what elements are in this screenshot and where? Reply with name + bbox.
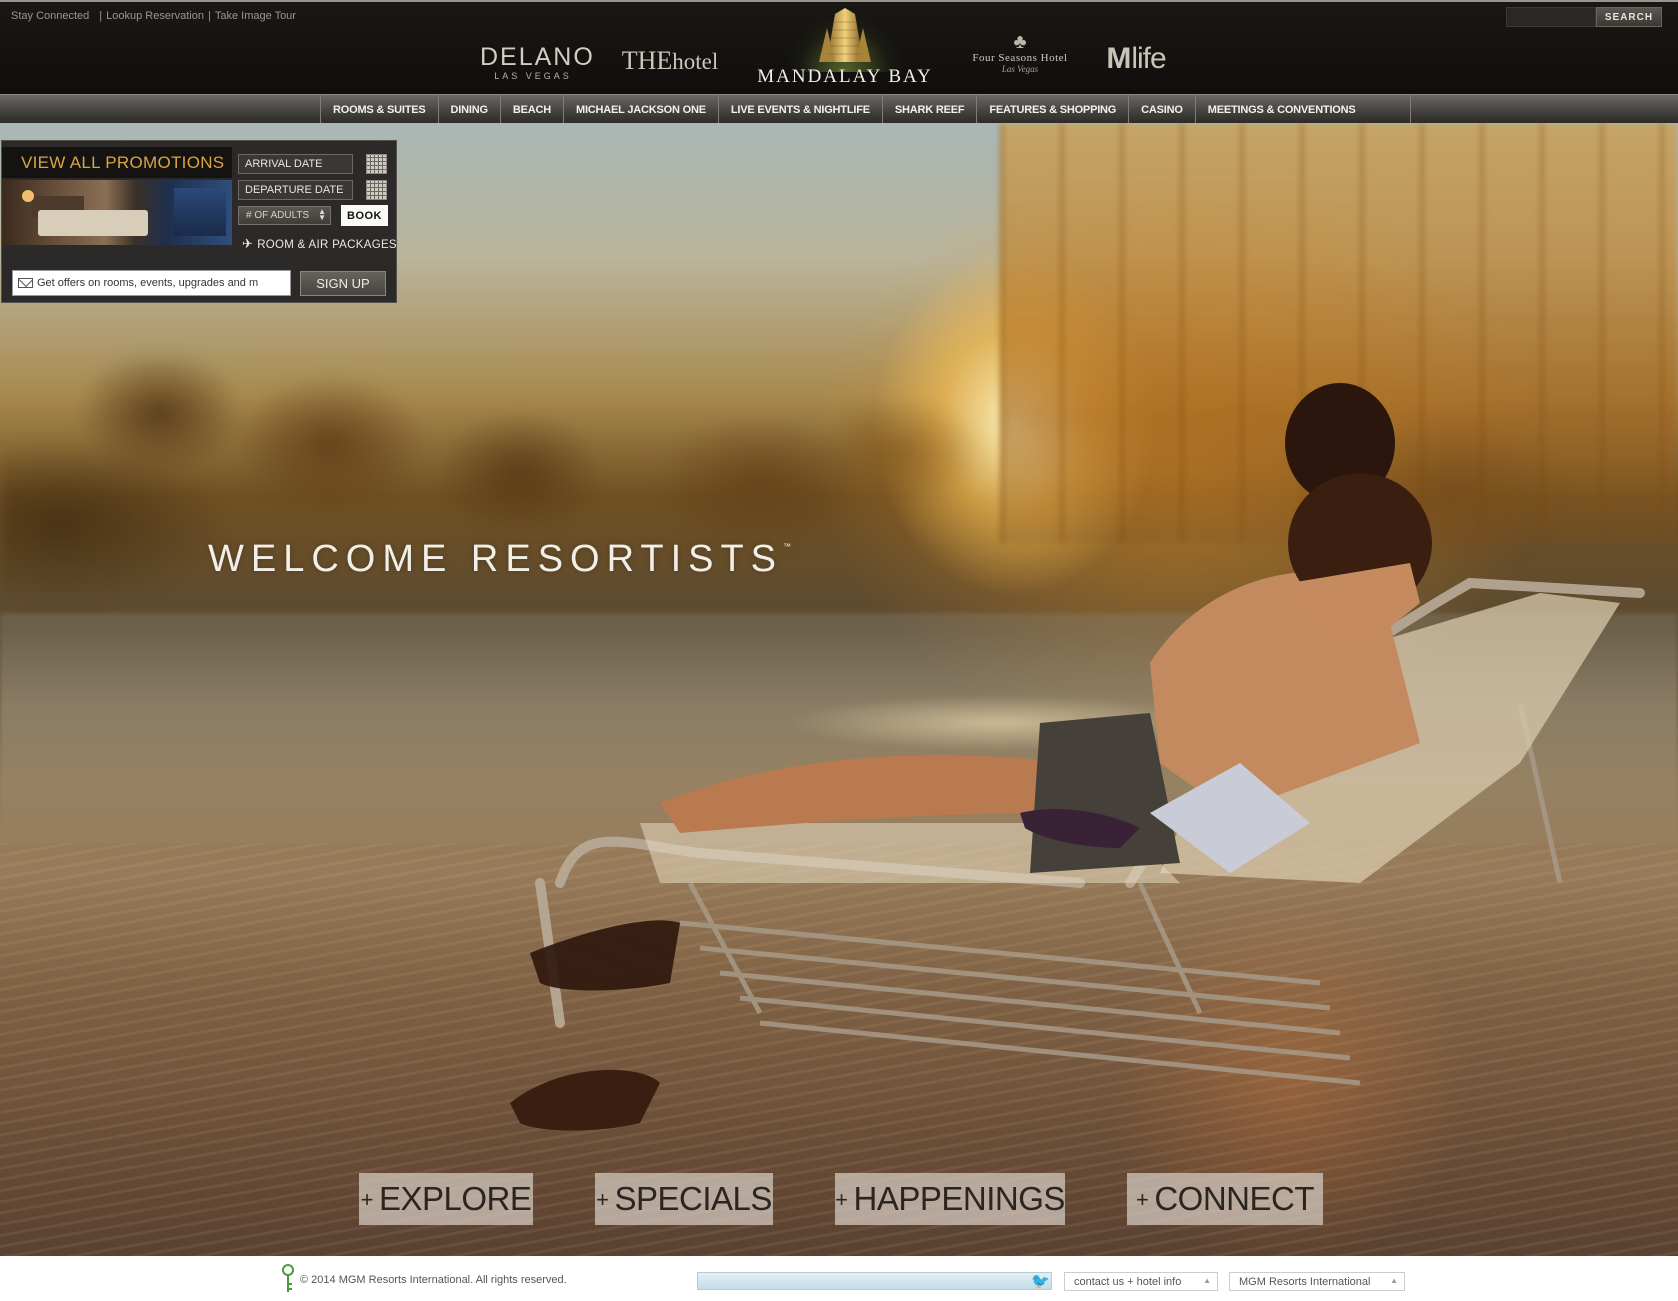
arrival-date-input[interactable]: ARRIVAL DATE [238, 154, 353, 174]
delano-logo[interactable]: DELANO LAS VEGAS [480, 43, 595, 81]
chevron-up-icon: ▲ [1203, 1276, 1211, 1285]
thehotel-hotel: hotel [672, 49, 719, 74]
adults-label: # OF ADULTS [246, 210, 310, 221]
delano-subtitle: LAS VEGAS [494, 71, 572, 81]
signup-placeholder: Get offers on rooms, events, upgrades an… [37, 277, 259, 289]
twitter-feed-bar[interactable] [697, 1272, 1052, 1290]
nav-beach[interactable]: BEACH [501, 95, 564, 124]
nav-meetings-conventions[interactable]: MEETINGS & CONVENTIONS [1196, 95, 1410, 124]
calendar-icon[interactable] [366, 154, 387, 174]
footer: © 2014 MGM Resorts International. All ri… [0, 1256, 1678, 1301]
stay-connected-link[interactable]: Stay Connected [11, 10, 89, 22]
connect-label: CONNECT [1154, 1180, 1315, 1217]
nav-items: ROOMS & SUITES DINING BEACH MICHAEL JACK… [320, 95, 1411, 124]
search-button[interactable]: SEARCH [1596, 7, 1662, 27]
four-seasons-city: Las Vegas [1001, 64, 1039, 74]
sign-up-button[interactable]: SIGN UP [300, 271, 386, 296]
bed [38, 210, 148, 236]
mlife-logo[interactable]: Mlife [1104, 42, 1168, 76]
thehotel-the: THE [621, 46, 673, 75]
copyright-text: © 2014 MGM Resorts International. All ri… [300, 1274, 567, 1286]
mgm-resorts-dropdown[interactable]: MGM Resorts International ▲ [1229, 1272, 1405, 1291]
departure-date-input[interactable]: DEPARTURE DATE [238, 180, 353, 200]
delano-name: DELANO [480, 43, 595, 71]
top-header: Stay Connected | Lookup Reservation | Take I… [0, 0, 1678, 96]
explore-button[interactable]: + EXPLORE [359, 1173, 533, 1225]
envelope-icon [18, 278, 33, 288]
mandalay-tower-icon [819, 8, 871, 62]
four-seasons-name: Four Seasons Hotel [972, 52, 1068, 64]
book-button[interactable]: BOOK [341, 205, 388, 226]
nav-shark-reef[interactable]: SHARK REEF [883, 95, 978, 124]
nav-rooms-suites[interactable]: ROOMS & SUITES [321, 95, 439, 124]
lookup-reservation-link[interactable]: Lookup Reservation [106, 10, 204, 22]
happenings-label: HAPPENINGS [853, 1180, 1065, 1217]
room-air-packages-link[interactable]: ✈ ROOM & AIR PACKAGES [242, 236, 397, 252]
nav-live-events-nightlife[interactable]: LIVE EVENTS & NIGHTLIFE [719, 95, 883, 124]
contact-label: contact us + hotel info [1074, 1275, 1182, 1288]
plus-icon: + [360, 1187, 374, 1212]
packages-label: ROOM & AIR PACKAGES [257, 239, 397, 251]
booking-widget: VIEW ALL PROMOTIONS ARRIVAL DATE DEPARTU… [1, 140, 397, 303]
specials-label: SPECIALS [614, 1180, 772, 1217]
happenings-button[interactable]: + HAPPENINGS [835, 1173, 1065, 1225]
lamp [22, 190, 34, 202]
promo-room-image[interactable] [2, 180, 232, 245]
window [174, 188, 226, 236]
twitter-icon[interactable]: 🐦 [1031, 1272, 1050, 1290]
mgm-label: MGM Resorts International [1239, 1275, 1371, 1288]
connect-button[interactable]: + CONNECT [1127, 1173, 1323, 1225]
mlife-m: M [1106, 42, 1132, 75]
nav-michael-jackson-one[interactable]: MICHAEL JACKSON ONE [564, 95, 719, 124]
key-icon [282, 1264, 294, 1292]
explore-label: EXPLORE [378, 1180, 532, 1217]
mandalay-bay-name: MANDALAY BAY [757, 66, 933, 87]
nav-dining[interactable]: DINING [439, 95, 501, 124]
mandalay-bay-logo[interactable]: MANDALAY BAY [747, 8, 943, 92]
mlife-life: life [1131, 42, 1166, 75]
select-arrows-icon: ▲ ▼ [318, 207, 326, 222]
welcome-text: WELCOME RESORTISTS [208, 538, 784, 580]
calendar-icon[interactable] [366, 180, 387, 200]
thehotel-logo[interactable]: THEhotel [618, 46, 722, 76]
welcome-title: WELCOME RESORTISTS™ [208, 538, 791, 581]
chevron-up-icon: ▲ [1390, 1276, 1398, 1285]
specials-button[interactable]: + SPECIALS [595, 1173, 773, 1225]
plus-icon: + [1135, 1187, 1149, 1212]
four-seasons-logo[interactable]: ♣ Four Seasons Hotel Las Vegas [962, 32, 1078, 74]
view-all-promotions-link[interactable]: VIEW ALL PROMOTIONS [2, 147, 232, 178]
utility-links: Stay Connected | Lookup Reservation | Take I… [11, 10, 296, 22]
plus-icon: + [596, 1187, 609, 1212]
nav-casino[interactable]: CASINO [1129, 95, 1196, 124]
nav-features-shopping[interactable]: FEATURES & SHOPPING [977, 95, 1130, 124]
trademark: ™ [783, 542, 792, 551]
plane-icon: ✈ [242, 236, 254, 251]
tree-icon: ♣ [1013, 31, 1027, 53]
search-input[interactable] [1506, 7, 1596, 27]
adults-select[interactable]: # OF ADULTS ▲ ▼ [238, 206, 331, 225]
take-image-tour-link[interactable]: Take Image Tour [215, 10, 296, 22]
email-signup-input[interactable]: Get offers on rooms, events, upgrades an… [12, 270, 291, 296]
contact-hotel-info-dropdown[interactable]: contact us + hotel info ▲ [1064, 1272, 1218, 1291]
plus-icon: + [835, 1187, 848, 1212]
main-nav: ROOMS & SUITES DINING BEACH MICHAEL JACK… [0, 94, 1678, 124]
